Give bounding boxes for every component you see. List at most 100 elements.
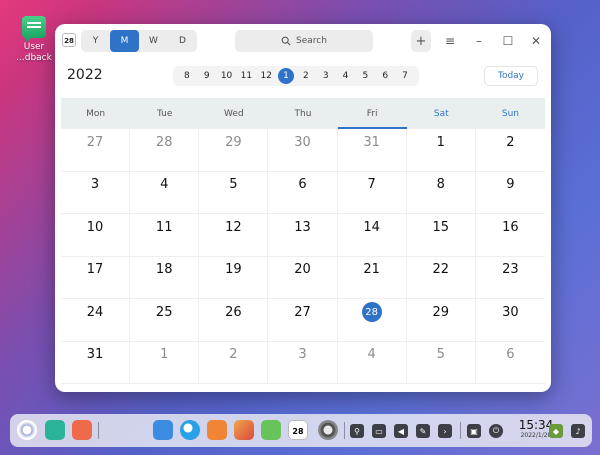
day-cell[interactable]: 14 — [337, 214, 407, 257]
minimize-button[interactable]: – — [469, 30, 489, 52]
day-cell[interactable]: 8 — [406, 171, 476, 214]
notification-bell-icon[interactable]: ♪ — [571, 424, 585, 438]
month-item[interactable]: 11 — [238, 68, 254, 84]
day-cell[interactable]: 10 — [61, 214, 131, 257]
volume-icon[interactable]: ◀ — [394, 424, 408, 438]
view-week-button[interactable]: W — [139, 30, 168, 52]
day-cell[interactable]: 30 — [475, 299, 545, 342]
month-item[interactable]: 7 — [397, 68, 413, 84]
day-number: 25 — [155, 304, 173, 320]
day-cell[interactable]: 27 — [268, 299, 338, 342]
day-cell[interactable]: 29 — [406, 299, 476, 342]
day-cell[interactable]: 20 — [268, 256, 338, 299]
add-event-button[interactable]: + — [411, 30, 431, 52]
day-cell[interactable]: 2 — [475, 129, 545, 172]
day-cell[interactable]: 17 — [61, 256, 131, 299]
weekday-thu: Thu — [294, 108, 312, 119]
menu-icon[interactable]: ≡ — [440, 30, 460, 52]
day-number: 29 — [432, 304, 450, 320]
day-number: 3 — [90, 177, 100, 192]
day-cell[interactable]: 22 — [406, 256, 476, 299]
view-month-button[interactable]: M — [110, 30, 139, 52]
day-cell[interactable]: 9 — [475, 172, 545, 214]
day-cell[interactable]: 15 — [406, 214, 476, 257]
month-item[interactable]: 8 — [179, 68, 195, 84]
day-cell[interactable]: 31 — [61, 341, 131, 384]
day-cell[interactable]: 5 — [199, 171, 269, 214]
month-item[interactable]: 2 — [298, 68, 314, 84]
usb-icon[interactable]: ⚲ — [350, 424, 364, 438]
day-number: 9 — [506, 177, 515, 192]
day-cell[interactable]: 21 — [337, 256, 407, 299]
month-item-current[interactable]: 1 — [278, 68, 295, 84]
search-input[interactable]: Search — [235, 30, 373, 52]
day-cell[interactable]: 3 — [268, 341, 338, 384]
day-number: 31 — [86, 347, 104, 362]
day-cell[interactable]: 5 — [406, 341, 476, 384]
day-cell[interactable]: 11 — [130, 214, 200, 257]
workspace-icon[interactable] — [72, 420, 92, 440]
today-button[interactable]: Today — [484, 66, 538, 86]
month-item[interactable]: 10 — [219, 68, 235, 84]
day-cell[interactable]: 1 — [130, 341, 200, 384]
launcher-icon[interactable] — [17, 420, 37, 440]
trash-icon[interactable]: ◆ — [549, 424, 563, 438]
day-cell[interactable]: 6 — [268, 171, 338, 214]
month-item[interactable]: 3 — [318, 68, 334, 84]
day-cell[interactable]: 29 — [199, 129, 269, 172]
day-cell[interactable]: 19 — [199, 256, 269, 299]
day-cell[interactable]: 2 — [199, 341, 269, 384]
month-item[interactable]: 6 — [377, 68, 393, 84]
day-cell[interactable]: 12 — [199, 214, 269, 257]
day-cell[interactable]: 30 — [268, 129, 338, 172]
day-cell[interactable]: 1 — [406, 129, 476, 172]
day-number: 23 — [502, 262, 519, 277]
day-cell[interactable]: 4 — [130, 171, 200, 214]
day-cell[interactable]: 24 — [61, 299, 131, 342]
day-cell-today[interactable]: 28 — [337, 299, 407, 342]
month-item[interactable]: 5 — [357, 68, 373, 84]
maximize-button[interactable]: ☐ — [498, 30, 518, 52]
day-cell[interactable]: 28 — [130, 129, 200, 172]
day-number: 28 — [155, 134, 173, 150]
browser-icon[interactable] — [180, 420, 200, 440]
archive-manager-icon[interactable] — [207, 420, 227, 440]
keyboard-icon[interactable]: ▭ — [372, 424, 386, 438]
day-number: 28 — [361, 302, 382, 322]
settings-icon[interactable] — [318, 420, 338, 440]
month-item[interactable]: 12 — [258, 68, 274, 84]
day-cell[interactable]: 6 — [475, 342, 545, 384]
day-cell[interactable]: 13 — [268, 214, 338, 257]
month-item[interactable]: 9 — [199, 68, 215, 84]
image-viewer-icon[interactable] — [234, 420, 254, 440]
music-icon[interactable] — [261, 420, 281, 440]
pen-icon[interactable]: ✎ — [416, 424, 430, 438]
day-cell[interactable]: 27 — [61, 129, 131, 172]
day-number: 2 — [229, 347, 238, 362]
screen-icon[interactable]: ▣ — [467, 424, 481, 438]
day-cell[interactable]: 18 — [130, 256, 200, 299]
day-cell[interactable]: 23 — [475, 257, 545, 299]
app-store-icon[interactable] — [153, 420, 173, 440]
power-icon[interactable]: ⏻ — [489, 424, 503, 438]
day-number: 17 — [86, 262, 104, 277]
multitask-view-icon[interactable] — [45, 420, 65, 440]
day-cell[interactable]: 3 — [61, 171, 131, 214]
chevron-right-icon[interactable]: › — [438, 424, 452, 438]
desktop-icon-user-feedback[interactable]: User ...dback — [12, 16, 56, 64]
view-day-button[interactable]: D — [168, 30, 197, 52]
day-cell[interactable]: 16 — [475, 214, 545, 257]
close-button[interactable]: ✕ — [526, 30, 546, 52]
day-cell[interactable]: 7 — [337, 171, 407, 214]
day-cell[interactable]: 25 — [130, 299, 200, 342]
day-number: 13 — [294, 219, 311, 235]
dock-separator — [460, 422, 461, 439]
search-placeholder: Search — [296, 36, 327, 46]
calendar-dock-icon[interactable]: 28 — [288, 420, 308, 440]
month-item[interactable]: 4 — [338, 68, 354, 84]
day-cell[interactable]: 26 — [199, 299, 269, 342]
feedback-app-icon — [22, 16, 46, 42]
view-year-button[interactable]: Y — [81, 30, 110, 52]
day-cell[interactable]: 31 — [337, 129, 407, 172]
day-cell[interactable]: 4 — [337, 341, 407, 384]
